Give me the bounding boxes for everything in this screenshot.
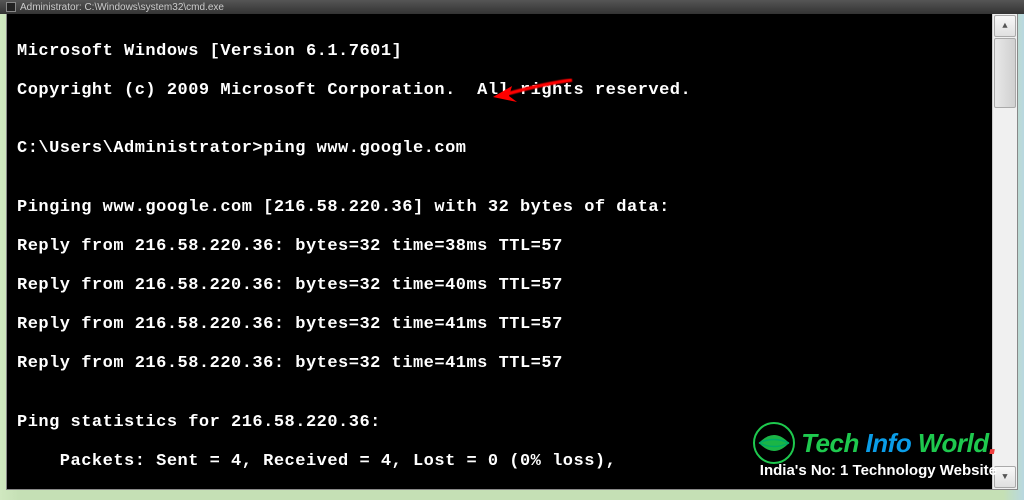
console-line: Reply from 216.58.220.36: bytes=32 time=… [17,354,982,374]
console-line: Microsoft Windows [Version 6.1.7601] [17,42,982,62]
scrollbar-thumb[interactable] [994,38,1016,108]
watermark-logo-icon [753,422,795,464]
console-line: Reply from 216.58.220.36: bytes=32 time=… [17,276,982,296]
watermark: Tech Info World. India's No: 1 Technolog… [753,422,997,479]
watermark-info: Info [859,428,918,458]
console-window: Microsoft Windows [Version 6.1.7601] Cop… [6,14,1018,490]
vertical-scrollbar[interactable]: ▲ ▼ [992,14,1016,489]
watermark-logo-row: Tech Info World. [753,422,997,464]
watermark-world: World [918,428,989,458]
console-line: Pinging www.google.com [216.58.220.36] w… [17,198,982,218]
cmd-icon [6,2,16,12]
window-titlebar: Administrator: C:\Windows\system32\cmd.e… [0,0,1024,14]
scroll-up-button[interactable]: ▲ [994,15,1016,37]
watermark-subtitle: India's No: 1 Technology Website [760,462,997,479]
watermark-dot: . [989,425,997,461]
watermark-brand: Tech Info World. [801,428,997,459]
scroll-down-button[interactable]: ▼ [994,466,1016,488]
console-line: Reply from 216.58.220.36: bytes=32 time=… [17,315,982,335]
console-output[interactable]: Microsoft Windows [Version 6.1.7601] Cop… [7,14,992,489]
console-line: Copyright (c) 2009 Microsoft Corporation… [17,81,982,101]
console-line: Reply from 216.58.220.36: bytes=32 time=… [17,237,982,257]
watermark-tech: Tech [801,428,859,458]
window-title: Administrator: C:\Windows\system32\cmd.e… [20,2,224,13]
console-line: C:\Users\Administrator>ping www.google.c… [17,139,982,159]
